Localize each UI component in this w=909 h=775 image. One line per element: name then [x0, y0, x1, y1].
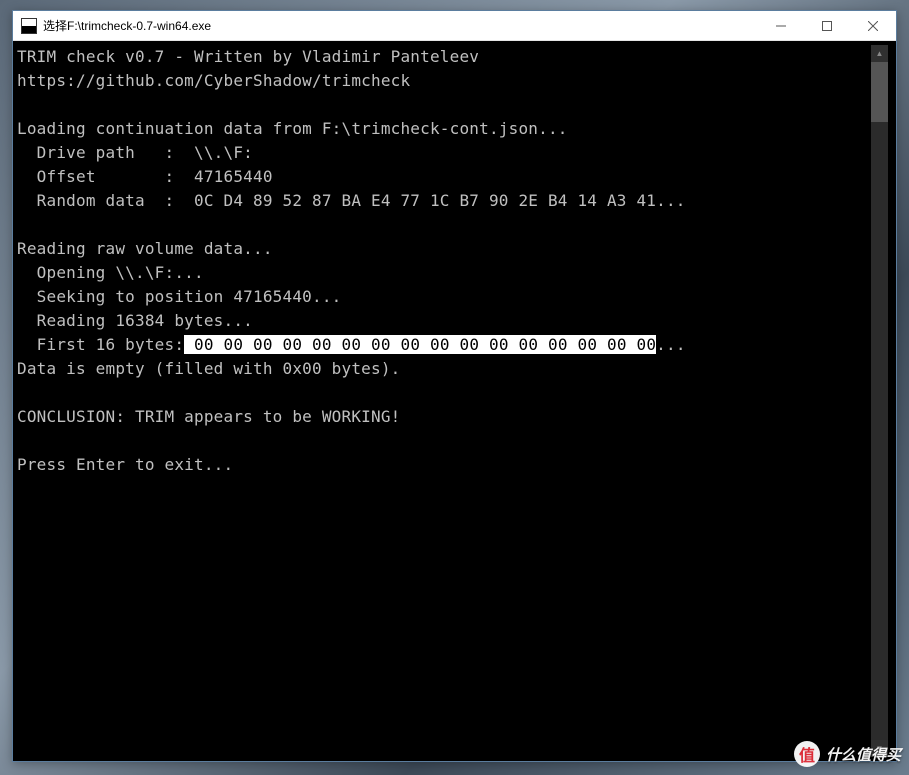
vertical-scrollbar[interactable]: ▲ ▼: [871, 45, 888, 757]
output-line: Reading raw volume data...: [17, 239, 273, 258]
watermark: 值 什么值得买: [794, 741, 901, 767]
close-button[interactable]: [850, 11, 896, 40]
scroll-up-button[interactable]: ▲: [871, 45, 888, 62]
close-icon: [868, 21, 878, 31]
output-line: CONCLUSION: TRIM appears to be WORKING!: [17, 407, 400, 426]
console-output[interactable]: TRIM check v0.7 - Written by Vladimir Pa…: [17, 45, 871, 757]
output-line: Random data : 0C D4 89 52 87 BA E4 77 1C…: [17, 191, 686, 210]
window-title: 选择F:\trimcheck-0.7-win64.exe: [43, 17, 758, 34]
watermark-logo: 值: [794, 741, 820, 767]
app-icon: [21, 18, 37, 34]
minimize-button[interactable]: [758, 11, 804, 40]
output-line: Opening \\.\F:...: [17, 263, 204, 282]
output-line: Drive path : \\.\F:: [17, 143, 253, 162]
output-line: Loading continuation data from F:\trimch…: [17, 119, 568, 138]
window-controls: [758, 11, 896, 40]
maximize-button[interactable]: [804, 11, 850, 40]
output-line: TRIM check v0.7 - Written by Vladimir Pa…: [17, 47, 479, 66]
selected-text: 00 00 00 00 00 00 00 00 00 00 00 00 00 0…: [184, 335, 656, 354]
titlebar[interactable]: 选择F:\trimcheck-0.7-win64.exe: [13, 11, 896, 41]
maximize-icon: [822, 21, 832, 31]
minimize-icon: [776, 21, 786, 31]
output-line: Seeking to position 47165440...: [17, 287, 341, 306]
watermark-text: 什么值得买: [826, 744, 901, 765]
scroll-thumb[interactable]: [871, 62, 888, 122]
output-line: https://github.com/CyberShadow/trimcheck: [17, 71, 410, 90]
console-window: 选择F:\trimcheck-0.7-win64.exe TRIM check …: [12, 10, 897, 762]
output-line: Offset : 47165440: [17, 167, 273, 186]
output-line: Reading 16384 bytes...: [17, 311, 253, 330]
console-area[interactable]: TRIM check v0.7 - Written by Vladimir Pa…: [13, 41, 896, 761]
output-line: ...: [656, 335, 686, 354]
output-line: Data is empty (filled with 0x00 bytes).: [17, 359, 400, 378]
output-line: Press Enter to exit...: [17, 455, 233, 474]
output-line: First 16 bytes:: [17, 335, 184, 354]
